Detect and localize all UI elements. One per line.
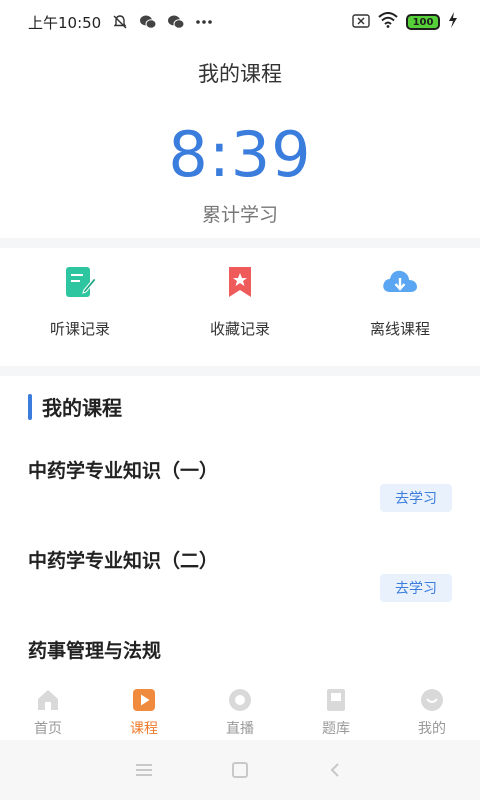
profile-icon <box>418 686 446 714</box>
tab-live[interactable]: 直播 <box>192 680 288 740</box>
tab-home-label: 首页 <box>34 721 62 737</box>
play-icon <box>130 686 158 714</box>
section-accent-bar <box>28 393 32 420</box>
course-name: 药事管理与法规 <box>28 640 162 662</box>
cloud-download-icon <box>380 262 420 302</box>
back-arrow-icon[interactable] <box>324 758 348 782</box>
mute-bell-icon <box>111 13 129 31</box>
offline-course-label: 离线课程 <box>369 320 430 338</box>
my-courses-header: 我的课程 <box>28 392 122 421</box>
status-time: 上午10:50 <box>28 13 102 32</box>
listen-record-button[interactable]: 听课记录 <box>10 262 150 362</box>
course-item[interactable]: 药事管理与法规 <box>28 636 456 672</box>
course-name: 中药学专业知识（一） <box>28 460 219 482</box>
home-square-icon[interactable] <box>228 758 252 782</box>
live-icon <box>226 686 254 714</box>
home-icon <box>34 686 62 714</box>
no-sim-icon <box>352 13 370 32</box>
favorite-record-button[interactable]: 收藏记录 <box>170 262 310 362</box>
section-divider <box>0 238 480 248</box>
tab-profile-label: 我的 <box>418 721 446 737</box>
course-item[interactable]: 中药学专业知识（一） 去学习 <box>28 456 456 526</box>
tab-question-bank-label: 题库 <box>322 721 350 737</box>
wechat-icon <box>139 13 157 31</box>
tab-home[interactable]: 首页 <box>0 680 96 740</box>
system-nav-bar <box>0 740 480 800</box>
bottom-tab-bar: 首页 课程 直播 题库 我的 <box>0 680 480 740</box>
course-item[interactable]: 中药学专业知识（二） 去学习 <box>28 546 456 616</box>
go-study-button[interactable]: 去学习 <box>380 574 452 602</box>
offline-course-button[interactable]: 离线课程 <box>330 262 470 362</box>
study-time-value: 8:39 <box>168 118 312 191</box>
shortcut-row: 听课记录 收藏记录 离线课程 <box>0 262 480 362</box>
course-name: 中药学专业知识（二） <box>28 550 219 572</box>
more-dots-icon <box>195 13 213 31</box>
status-right: 100 <box>352 12 458 32</box>
tab-live-label: 直播 <box>226 721 254 737</box>
study-time-caption: 累计学习 <box>201 204 278 226</box>
go-study-button[interactable]: 去学习 <box>380 484 452 512</box>
menu-icon[interactable] <box>132 758 156 782</box>
status-bar: 上午10:50 100 <box>0 0 480 44</box>
section-divider-2 <box>0 366 480 376</box>
tab-course[interactable]: 课程 <box>96 680 192 740</box>
wifi-icon <box>378 12 398 32</box>
tab-course-label: 课程 <box>130 721 158 737</box>
favorite-record-label: 收藏记录 <box>209 320 270 338</box>
section-title: 我的课程 <box>42 396 122 420</box>
question-bank-icon <box>322 686 350 714</box>
note-edit-icon <box>60 262 100 302</box>
tab-question-bank[interactable]: 题库 <box>288 680 384 740</box>
battery-indicator: 100 <box>406 14 440 30</box>
wechat-icon-2 <box>167 13 185 31</box>
bookmark-star-icon <box>220 262 260 302</box>
page-title: 我的课程 <box>198 62 282 86</box>
tab-profile[interactable]: 我的 <box>384 680 480 740</box>
charging-bolt-icon <box>448 12 458 32</box>
listen-record-label: 听课记录 <box>49 320 110 338</box>
status-left: 上午10:50 <box>28 12 213 33</box>
